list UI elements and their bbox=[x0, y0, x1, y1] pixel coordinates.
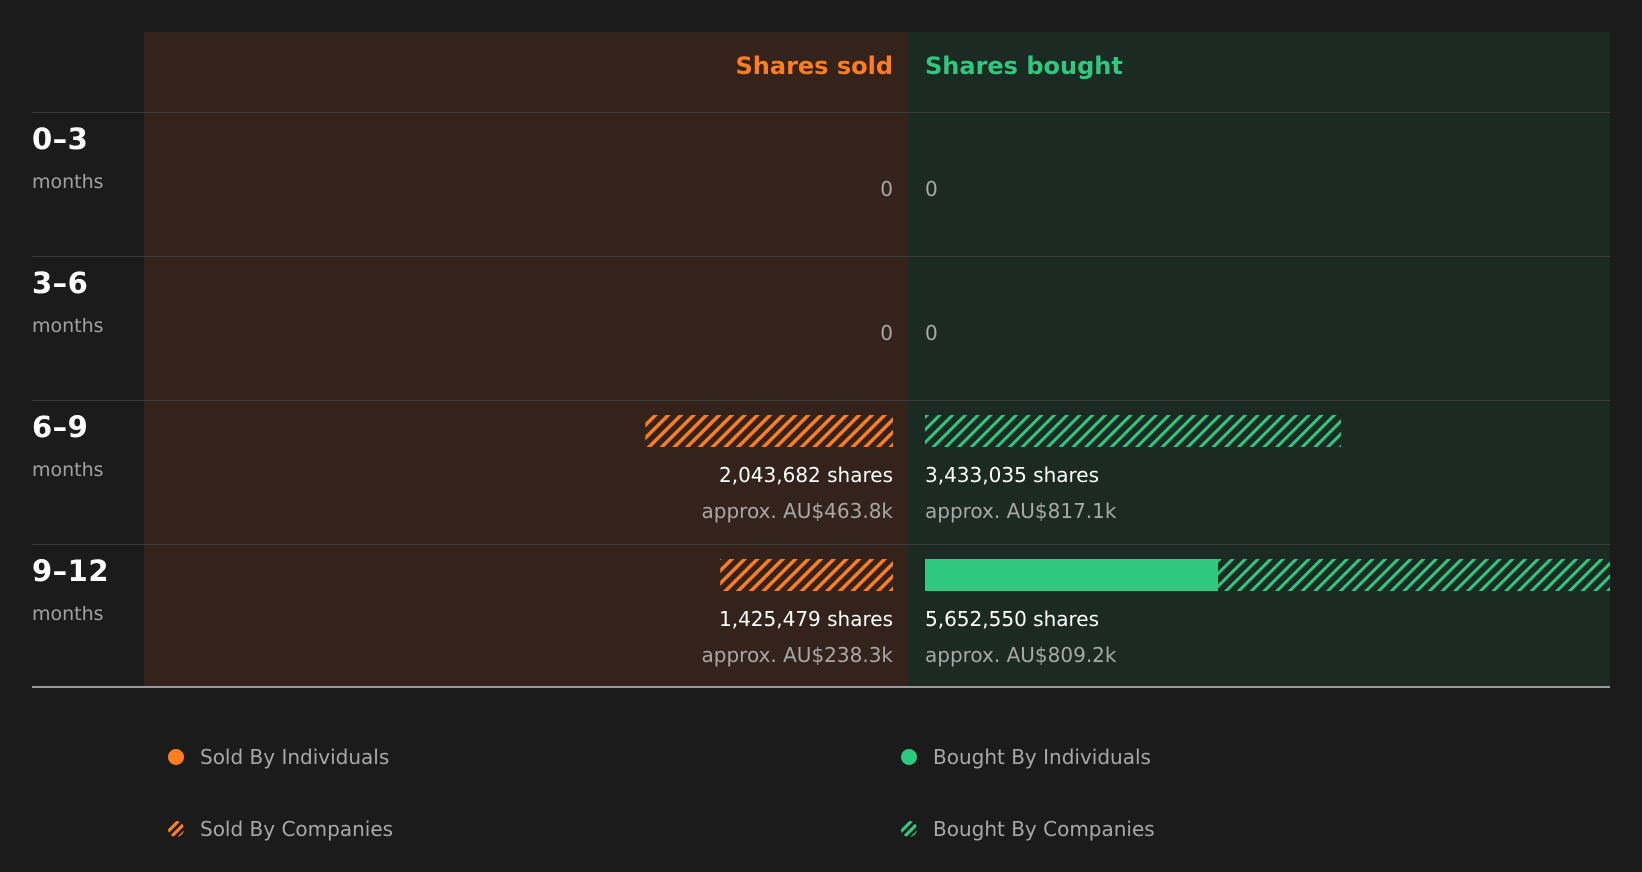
sold-companies-bar bbox=[645, 415, 893, 447]
solid-dot-icon bbox=[168, 749, 184, 765]
bought-bar-area bbox=[925, 559, 1610, 591]
bought-companies-bar bbox=[1218, 559, 1610, 591]
sold-shares-label: 2,043,682 shares bbox=[718, 463, 893, 487]
bought-value: 0 bbox=[925, 177, 938, 201]
bought-value-approx: approx. AU$817.1k bbox=[925, 499, 1117, 523]
bought-bar-svg bbox=[925, 559, 1610, 591]
sold-value-approx: approx. AU$238.3k bbox=[701, 643, 893, 667]
legend-label: Sold By Individuals bbox=[200, 745, 390, 769]
period-label: 6–9 bbox=[32, 410, 89, 444]
period-row-9-12: 9–12 months 1,425,479 shares approx. AU$… bbox=[0, 544, 1642, 688]
period-unit: months bbox=[32, 315, 104, 337]
hatched-dot-icon bbox=[901, 821, 917, 837]
sold-bar-svg bbox=[720, 559, 893, 591]
sold-bar-svg bbox=[645, 415, 893, 447]
bought-bar-svg bbox=[925, 415, 1342, 447]
sold-bar-area bbox=[144, 559, 893, 591]
period-row-3-6: 3–6 months 0 0 bbox=[0, 256, 1642, 400]
sold-companies-bar bbox=[720, 559, 893, 591]
period-unit: months bbox=[32, 171, 104, 193]
sold-value: 0 bbox=[880, 321, 893, 345]
hatched-dot-icon bbox=[168, 821, 184, 837]
shares-bought-header: Shares bought bbox=[925, 52, 1123, 80]
period-label: 9–12 bbox=[32, 554, 110, 588]
legend-label: Bought By Companies bbox=[933, 817, 1155, 841]
period-unit: months bbox=[32, 603, 104, 625]
sold-value-approx: approx. AU$463.8k bbox=[701, 499, 893, 523]
period-label: 3–6 bbox=[32, 266, 89, 300]
bought-value: 0 bbox=[925, 321, 938, 345]
legend-label: Sold By Companies bbox=[200, 817, 394, 841]
sold-bar-area bbox=[144, 415, 893, 447]
bought-shares-label: 3,433,035 shares bbox=[925, 463, 1100, 487]
legend-label: Bought By Individuals bbox=[933, 745, 1151, 769]
period-row-6-9: 6–9 months 2,043,682 shares approx. AU$4… bbox=[0, 400, 1642, 544]
shares-sold-header: Shares sold bbox=[735, 52, 894, 80]
period-label: 0–3 bbox=[32, 122, 89, 156]
bought-individuals-bar bbox=[925, 559, 1219, 591]
bought-companies-bar bbox=[925, 415, 1342, 447]
period-unit: months bbox=[32, 459, 104, 481]
sold-value: 0 bbox=[880, 177, 893, 201]
bought-shares-label: 5,652,550 shares bbox=[925, 607, 1100, 631]
solid-dot-icon bbox=[901, 749, 917, 765]
bought-bar-area bbox=[925, 415, 1610, 447]
period-row-0-3: 0–3 months 0 0 bbox=[0, 112, 1642, 256]
sold-shares-label: 1,425,479 shares bbox=[718, 607, 893, 631]
bought-value-approx: approx. AU$809.2k bbox=[925, 643, 1117, 667]
